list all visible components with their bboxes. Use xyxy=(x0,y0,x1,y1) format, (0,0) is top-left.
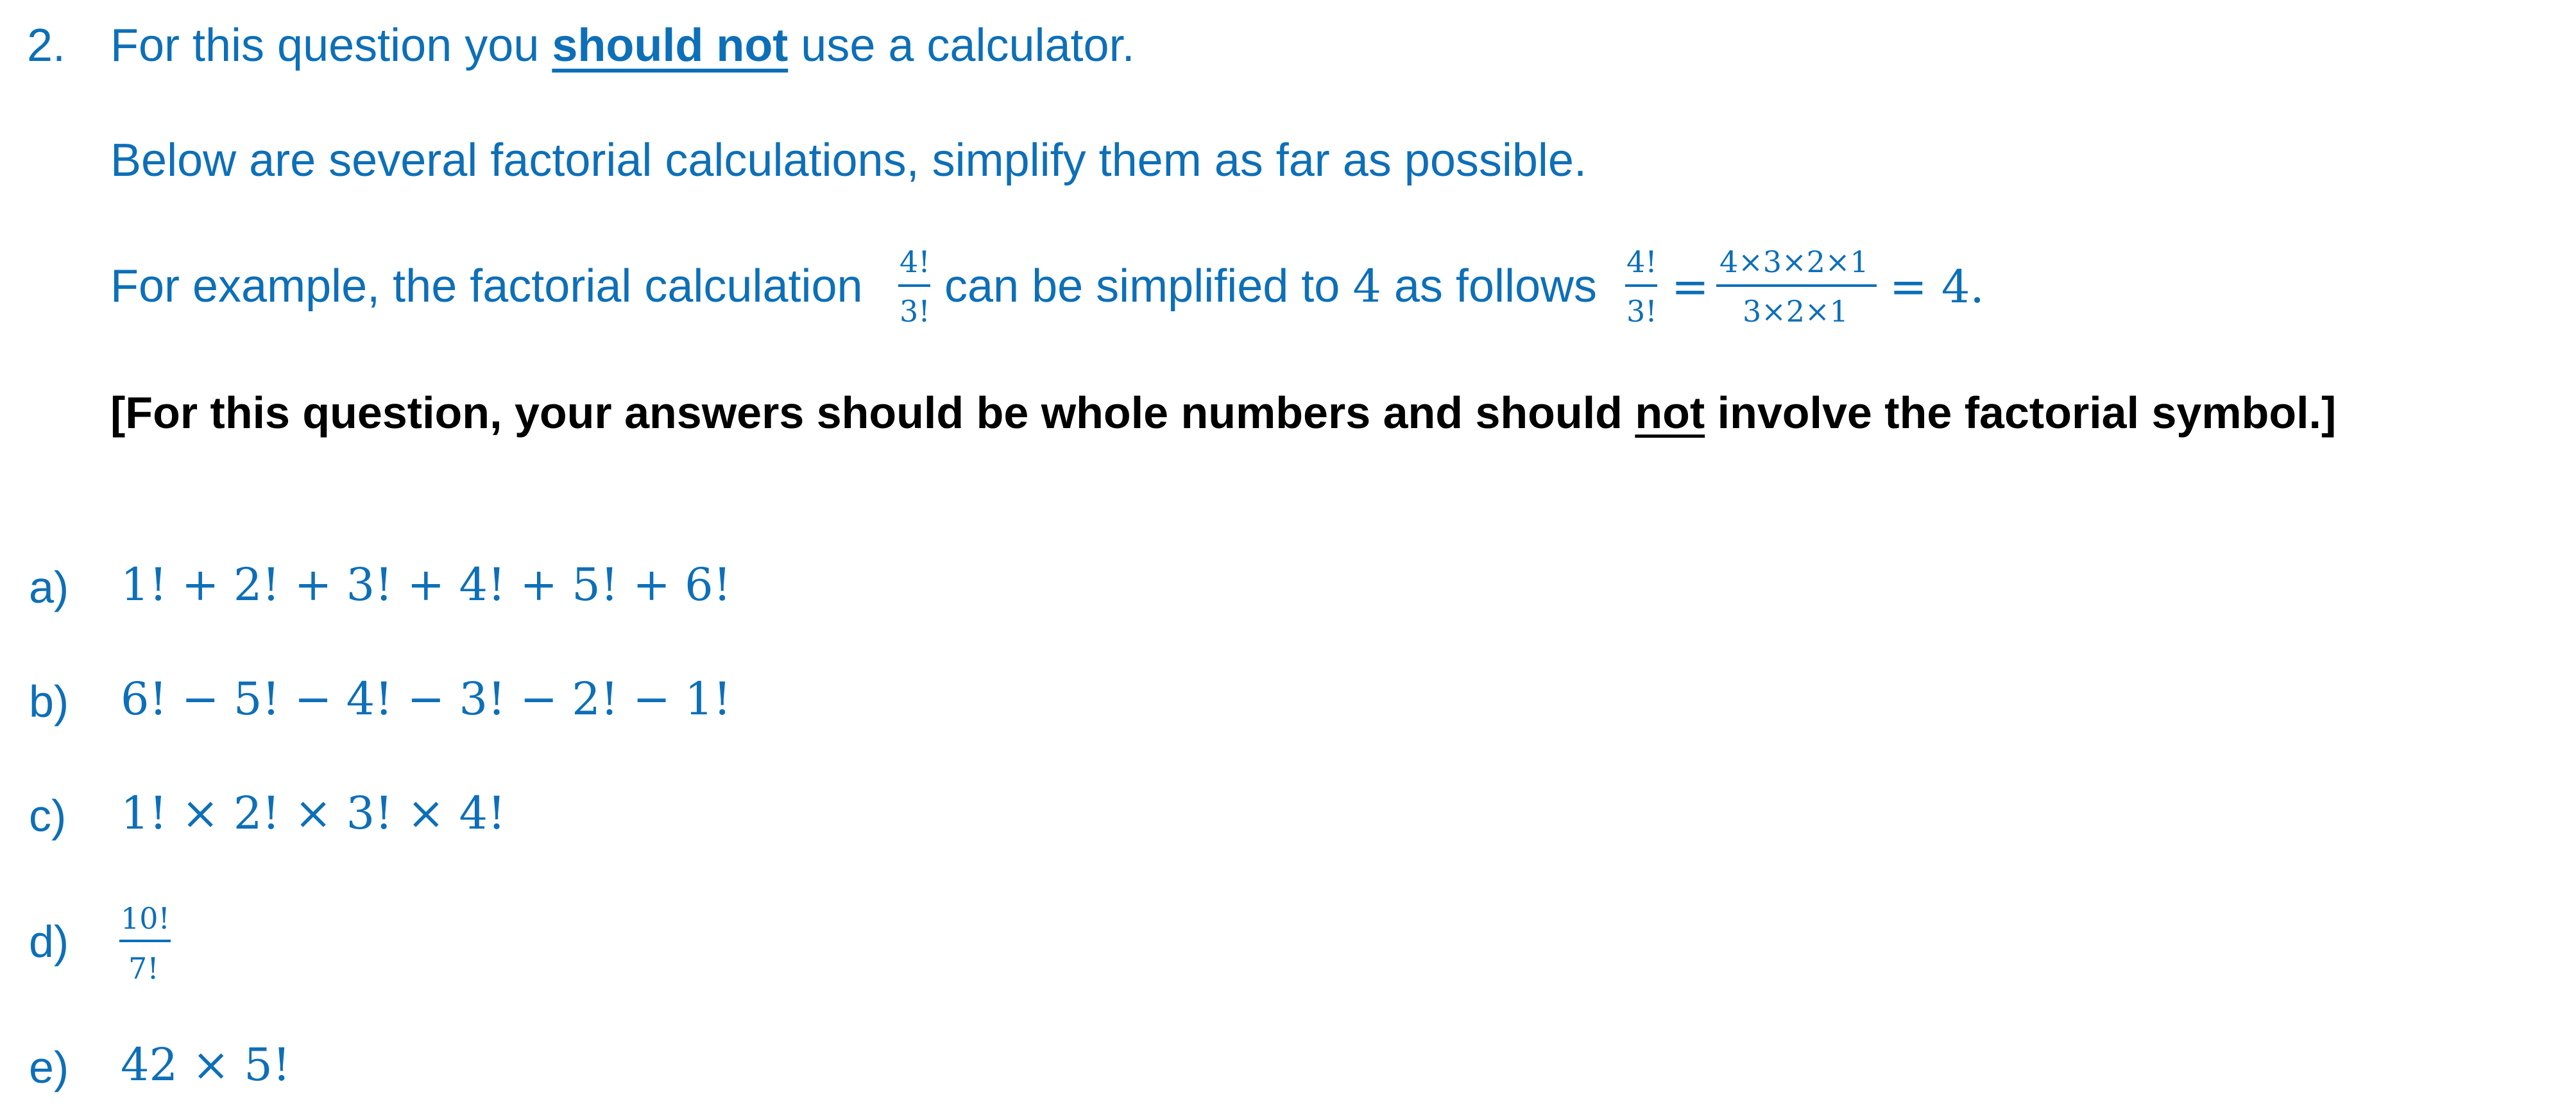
example-text: For example, the factorial calculation xyxy=(110,261,863,312)
note-post: involve the factorial symbol.] xyxy=(1705,388,2337,438)
part-e-label: e) xyxy=(29,1042,69,1092)
example-middle-text: can be simplified to 4 as follows xyxy=(944,263,1597,309)
example-fraction-3-numerator: 4×3×2×1 xyxy=(1719,245,1869,279)
example-fraction-3-bar xyxy=(1716,284,1877,287)
note-pre: [For this question, your answers should … xyxy=(110,388,1635,438)
instruction-emphasis: should not xyxy=(552,20,789,71)
example-fraction-bar xyxy=(898,284,930,287)
example-equals-2: = 4. xyxy=(1889,261,1984,313)
part-a-expression: 1! + 2! + 3! + 4! + 5! + 6! xyxy=(121,558,731,611)
example-fraction-3-denominator: 3×2×1 xyxy=(1743,294,1848,329)
instruction-line: For this question you should not use a c… xyxy=(110,22,1135,69)
part-d-denominator: 7! xyxy=(128,951,159,986)
instruction-post: use a calculator. xyxy=(788,20,1135,71)
example-mid-pre: can be simplified to xyxy=(944,261,1353,312)
example-value: 4 xyxy=(1352,260,1381,313)
part-d-label: d) xyxy=(29,917,69,967)
answer-note: [For this question, your answers should … xyxy=(110,390,2336,435)
question-number: 2. xyxy=(27,20,66,71)
note-emphasis: not xyxy=(1635,388,1705,438)
part-a-label: a) xyxy=(29,562,69,612)
description-line: Below are several factorial calculations… xyxy=(110,135,1587,186)
part-c-label: c) xyxy=(29,791,67,841)
example-fraction-2-numerator: 4! xyxy=(1626,245,1657,279)
part-b-label: b) xyxy=(29,676,69,727)
part-e-expression: 42 × 5! xyxy=(121,1038,291,1091)
example-mid-post: as follows xyxy=(1381,261,1598,312)
example-fraction-2-denominator: 3! xyxy=(1626,294,1657,329)
example-equals-1: = xyxy=(1671,261,1709,313)
example-fraction-numerator: 4! xyxy=(900,245,930,279)
part-b-expression: 6! − 5! − 4! − 3! − 2! − 1! xyxy=(121,673,731,725)
part-d-numerator: 10! xyxy=(121,901,171,936)
instruction-pre: For this question you xyxy=(110,20,552,71)
part-c-expression: 1! × 2! × 3! × 4! xyxy=(121,787,506,840)
part-d-fraction-bar xyxy=(119,940,171,942)
example-fraction-denominator: 3! xyxy=(900,294,930,329)
example-fraction-2-bar xyxy=(1625,284,1657,287)
